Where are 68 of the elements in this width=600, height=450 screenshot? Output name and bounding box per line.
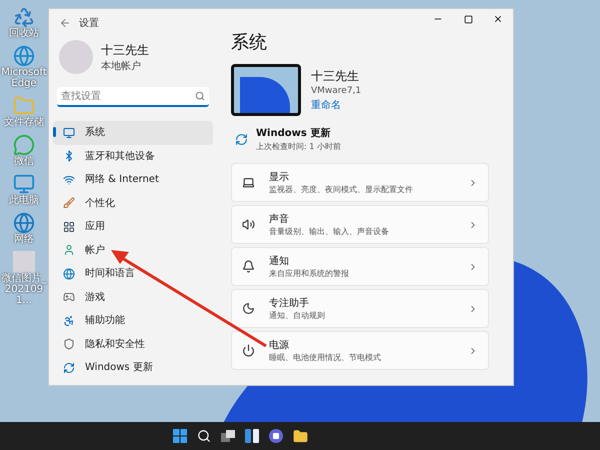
settings-card[interactable]: 通知 来自应用和系统的警报 bbox=[231, 247, 489, 286]
desktop-icon-label: 微信图片_2021091... bbox=[0, 273, 48, 306]
settings-card[interactable]: 声音 音量级别、输出、输入、声音设备 bbox=[231, 205, 489, 244]
rename-link[interactable]: 重命名 bbox=[311, 98, 362, 114]
monitor-icon bbox=[63, 126, 75, 139]
search-input[interactable]: 查找设置 bbox=[61, 88, 195, 104]
update-icon bbox=[235, 133, 248, 146]
sidebar-item[interactable]: 时间和语言 bbox=[53, 262, 213, 286]
chat-icon[interactable] bbox=[268, 429, 282, 443]
computer-icon[interactable] bbox=[13, 173, 35, 195]
maximize-icon bbox=[464, 14, 472, 24]
speaker-icon bbox=[242, 218, 255, 231]
search-icon[interactable] bbox=[196, 429, 210, 443]
bell-icon bbox=[242, 260, 255, 273]
selection-indicator bbox=[53, 127, 56, 137]
network-icon[interactable] bbox=[13, 212, 35, 234]
sidebar-item[interactable]: 网络 & Internet bbox=[53, 168, 213, 192]
sidebar-item[interactable]: 帐户 bbox=[53, 238, 213, 262]
account-type: 本地帐户 bbox=[101, 60, 142, 74]
update-title[interactable]: Windows 更新 bbox=[256, 126, 341, 141]
search-field[interactable]: 查找设置 bbox=[57, 87, 209, 107]
sidebar-item[interactable]: 蓝牙和其他设备 bbox=[53, 144, 213, 168]
apps-grid-icon bbox=[63, 220, 75, 233]
desktop-thumbnail bbox=[231, 64, 301, 116]
sidebar-item[interactable]: 隐私和安全性 bbox=[53, 332, 213, 356]
recycle-bin-icon[interactable] bbox=[13, 6, 35, 28]
desktop-icon-label: 文件存储 bbox=[4, 117, 44, 128]
laptop-icon bbox=[242, 176, 255, 189]
moon-icon bbox=[242, 302, 255, 315]
gamepad-icon bbox=[63, 291, 75, 304]
shield-icon bbox=[63, 338, 75, 350]
desktop-icon-label: Microsoft Edge bbox=[0, 67, 48, 89]
settings-card[interactable]: 专注助手 通知、自动规则 bbox=[231, 289, 489, 328]
close-icon bbox=[493, 14, 503, 24]
sidebar-item[interactable]: 个性化 bbox=[53, 192, 213, 215]
folder-icon[interactable] bbox=[292, 428, 308, 444]
device-name: 十三先生 bbox=[311, 68, 360, 85]
refresh-icon bbox=[63, 362, 75, 374]
back-icon[interactable] bbox=[59, 17, 71, 29]
desktop-icon-label: 此电脑 bbox=[9, 195, 39, 206]
person-icon bbox=[63, 244, 75, 256]
sidebar-item[interactable]: 辅助功能 bbox=[53, 309, 213, 332]
settings-card[interactable]: 显示 监视器、亮度、夜间模式、显示配置文件 bbox=[231, 163, 489, 202]
globe-icon bbox=[63, 268, 75, 280]
image-thumbnail[interactable] bbox=[13, 251, 35, 273]
power-icon bbox=[242, 344, 255, 357]
settings-card[interactable]: 电源 睡眠、电池使用情况、节电模式 bbox=[231, 331, 489, 370]
browser-icon[interactable] bbox=[13, 45, 35, 67]
desktop-icon-label: 微信 bbox=[14, 156, 34, 167]
widgets-icon[interactable] bbox=[244, 429, 258, 443]
page-title: 系统 bbox=[231, 31, 268, 55]
sidebar-item[interactable]: 应用 bbox=[53, 215, 213, 238]
task-view-icon[interactable] bbox=[220, 430, 234, 442]
device-model: VMware7,1 bbox=[311, 84, 362, 98]
sidebar-item[interactable]: 游戏 bbox=[53, 286, 213, 309]
search-icon bbox=[195, 91, 205, 101]
windows-logo-icon[interactable] bbox=[172, 429, 186, 443]
update-status: 上次检查时间: 1 小时前 bbox=[256, 141, 341, 153]
profile-name: 十三先生 bbox=[101, 42, 149, 58]
window-title: 设置 bbox=[79, 16, 99, 30]
brush-icon bbox=[63, 197, 75, 210]
accessibility-icon bbox=[63, 314, 75, 327]
bluetooth-icon bbox=[63, 150, 75, 162]
sidebar-item[interactable]: 系统 bbox=[53, 121, 213, 144]
sidebar-item[interactable]: Windows 更新 bbox=[53, 356, 213, 380]
avatar bbox=[59, 40, 93, 74]
desktop-icon-label: 网络 bbox=[14, 234, 34, 245]
desktop-icon-label: 回收站 bbox=[9, 28, 39, 39]
